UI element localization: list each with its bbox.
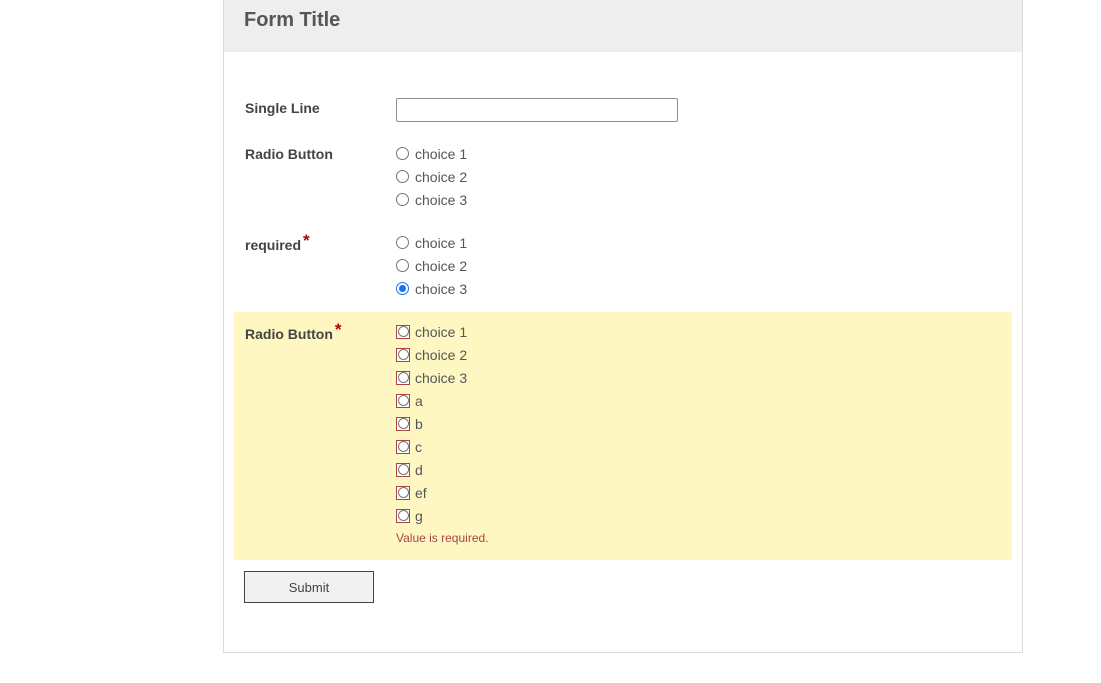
radio-option[interactable]: choice 2 (396, 254, 467, 277)
radio-option[interactable]: choice 2 (396, 165, 467, 188)
radio-circle-icon[interactable] (396, 259, 409, 272)
radio-option-label: choice 2 (415, 168, 468, 185)
radio-circle-icon[interactable] (396, 147, 409, 160)
error-field-section (234, 312, 1012, 560)
required-label-text: required (245, 237, 302, 253)
radio-option-label: choice 1 (415, 234, 468, 251)
radio-option[interactable]: g (396, 504, 467, 527)
single-line-label: Single Line (245, 100, 320, 116)
validation-error-message: Value is required. (396, 531, 489, 545)
radio-button-required-label: Radio Button * (245, 321, 342, 342)
single-line-input[interactable] (396, 98, 678, 122)
radio-error-icon[interactable] (396, 485, 410, 500)
radio-option[interactable]: ef (396, 481, 467, 504)
form-container: Form Title Single Line Radio Button choi… (223, 0, 1023, 653)
radio-error-icon[interactable] (396, 324, 410, 339)
radio-option[interactable]: choice 1 (396, 320, 467, 343)
radio-option[interactable]: choice 1 (396, 231, 467, 254)
radio-option[interactable]: choice 3 (396, 188, 467, 211)
radio-option-label: b (415, 415, 423, 432)
radio-option-label: choice 2 (415, 257, 468, 274)
radio-option-label: d (415, 461, 423, 478)
radio-error-icon[interactable] (396, 439, 410, 454)
radio-option-label: choice 3 (415, 369, 468, 386)
radio-circle-icon[interactable] (396, 236, 409, 249)
radio-option[interactable]: choice 2 (396, 343, 467, 366)
required-star-icon: * (303, 231, 310, 250)
radio-button-label: Radio Button (245, 146, 333, 162)
radio-option-label: choice 3 (415, 280, 468, 297)
radio-option-label: a (415, 392, 423, 409)
radio-error-icon[interactable] (396, 347, 410, 362)
radio-button-label-text: Radio Button (245, 146, 333, 162)
radio-option-selected[interactable]: choice 3 (396, 277, 467, 300)
radio-button-error-group: choice 1 choice 2 choice 3 a b c d ef g (396, 320, 467, 527)
radio-button-group: choice 1 choice 2 choice 3 (396, 142, 467, 211)
required-radio-group: choice 1 choice 2 choice 3 (396, 231, 467, 300)
radio-option-label: c (415, 438, 422, 455)
radio-error-icon[interactable] (396, 508, 410, 523)
required-star-icon: * (334, 320, 342, 339)
radio-option[interactable]: choice 3 (396, 366, 467, 389)
radio-error-icon[interactable] (396, 416, 410, 431)
radio-circle-icon[interactable] (396, 170, 409, 183)
radio-option-label: choice 1 (415, 145, 468, 162)
radio-checked-icon[interactable] (396, 282, 409, 295)
radio-option[interactable]: c (396, 435, 467, 458)
radio-error-icon[interactable] (396, 462, 410, 477)
form-header: Form Title (224, 0, 1022, 52)
radio-error-icon[interactable] (396, 370, 410, 385)
radio-option[interactable]: a (396, 389, 467, 412)
radio-option-label: choice 3 (415, 191, 468, 208)
radio-option[interactable]: choice 1 (396, 142, 467, 165)
radio-option-label: ef (415, 484, 427, 501)
single-line-label-text: Single Line (245, 100, 320, 116)
form-title: Form Title (244, 9, 341, 31)
radio-error-icon[interactable] (396, 393, 410, 408)
radio-option-label: g (415, 507, 423, 524)
radio-button-required-label-text: Radio Button (245, 326, 333, 342)
radio-option[interactable]: b (396, 412, 467, 435)
required-label: required * (245, 232, 310, 253)
radio-circle-icon[interactable] (396, 193, 409, 206)
submit-button[interactable]: Submit (244, 571, 374, 603)
radio-option-label: choice 1 (415, 323, 468, 340)
radio-option[interactable]: d (396, 458, 467, 481)
radio-option-label: choice 2 (415, 346, 468, 363)
